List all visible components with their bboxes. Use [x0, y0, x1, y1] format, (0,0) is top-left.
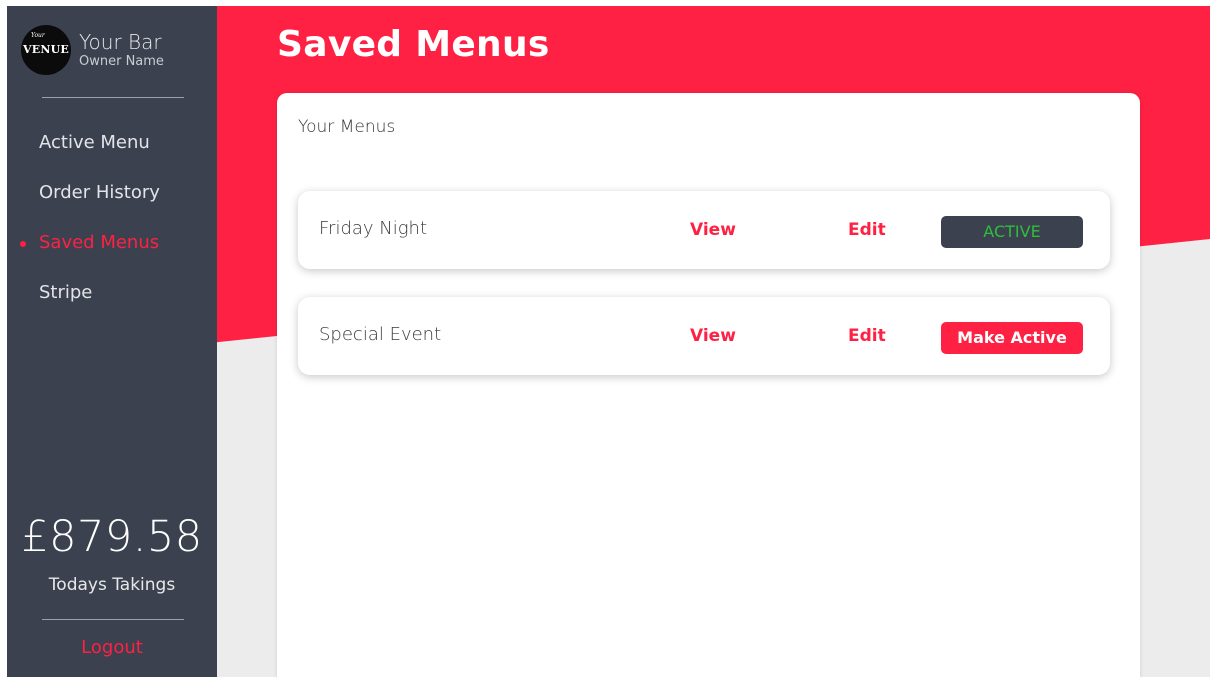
sidebar: Your VENUE Your Bar Owner Name Active Me…	[7, 6, 217, 677]
takings-label: Todays Takings	[48, 575, 176, 595]
section-title: Your Menus	[298, 117, 396, 137]
page-title: Saved Menus	[277, 24, 550, 65]
owner-name: Owner Name	[79, 54, 164, 69]
menus-card: Your Menus Friday Night View Edit ACTIVE…	[277, 93, 1140, 677]
logo-small-text: Your	[31, 32, 45, 39]
sidebar-item-order-history[interactable]: Order History	[7, 181, 217, 231]
menu-name: Special Event	[319, 324, 442, 345]
brand: Your VENUE Your Bar Owner Name	[21, 25, 164, 75]
sidebar-item-saved-menus[interactable]: Saved Menus	[7, 231, 217, 281]
view-button[interactable]: View	[690, 326, 736, 346]
sidebar-item-stripe[interactable]: Stripe	[7, 281, 217, 331]
edit-button[interactable]: Edit	[848, 326, 886, 346]
menu-row-special-event: Special Event View Edit Make Active	[298, 297, 1110, 375]
view-button[interactable]: View	[690, 220, 736, 240]
menu-name: Friday Night	[319, 218, 428, 239]
sidebar-item-active-menu[interactable]: Active Menu	[7, 131, 217, 181]
bar-name: Your Bar	[79, 30, 162, 54]
sidebar-divider-top	[42, 97, 184, 98]
venue-logo: Your VENUE	[21, 25, 71, 75]
brand-text: Your Bar Owner Name	[79, 32, 164, 68]
logout-link[interactable]: Logout	[7, 637, 217, 658]
sidebar-nav: Active Menu Order History Saved Menus St…	[7, 131, 217, 331]
logo-text: VENUE	[23, 43, 69, 56]
active-status-badge: ACTIVE	[941, 216, 1083, 248]
app-frame: Your VENUE Your Bar Owner Name Active Me…	[7, 6, 1210, 677]
sidebar-divider-bottom	[42, 619, 184, 620]
menu-row-friday-night: Friday Night View Edit ACTIVE	[298, 191, 1110, 269]
edit-button[interactable]: Edit	[848, 220, 886, 240]
make-active-button[interactable]: Make Active	[941, 322, 1083, 354]
takings-amount: £879.58	[21, 512, 203, 562]
